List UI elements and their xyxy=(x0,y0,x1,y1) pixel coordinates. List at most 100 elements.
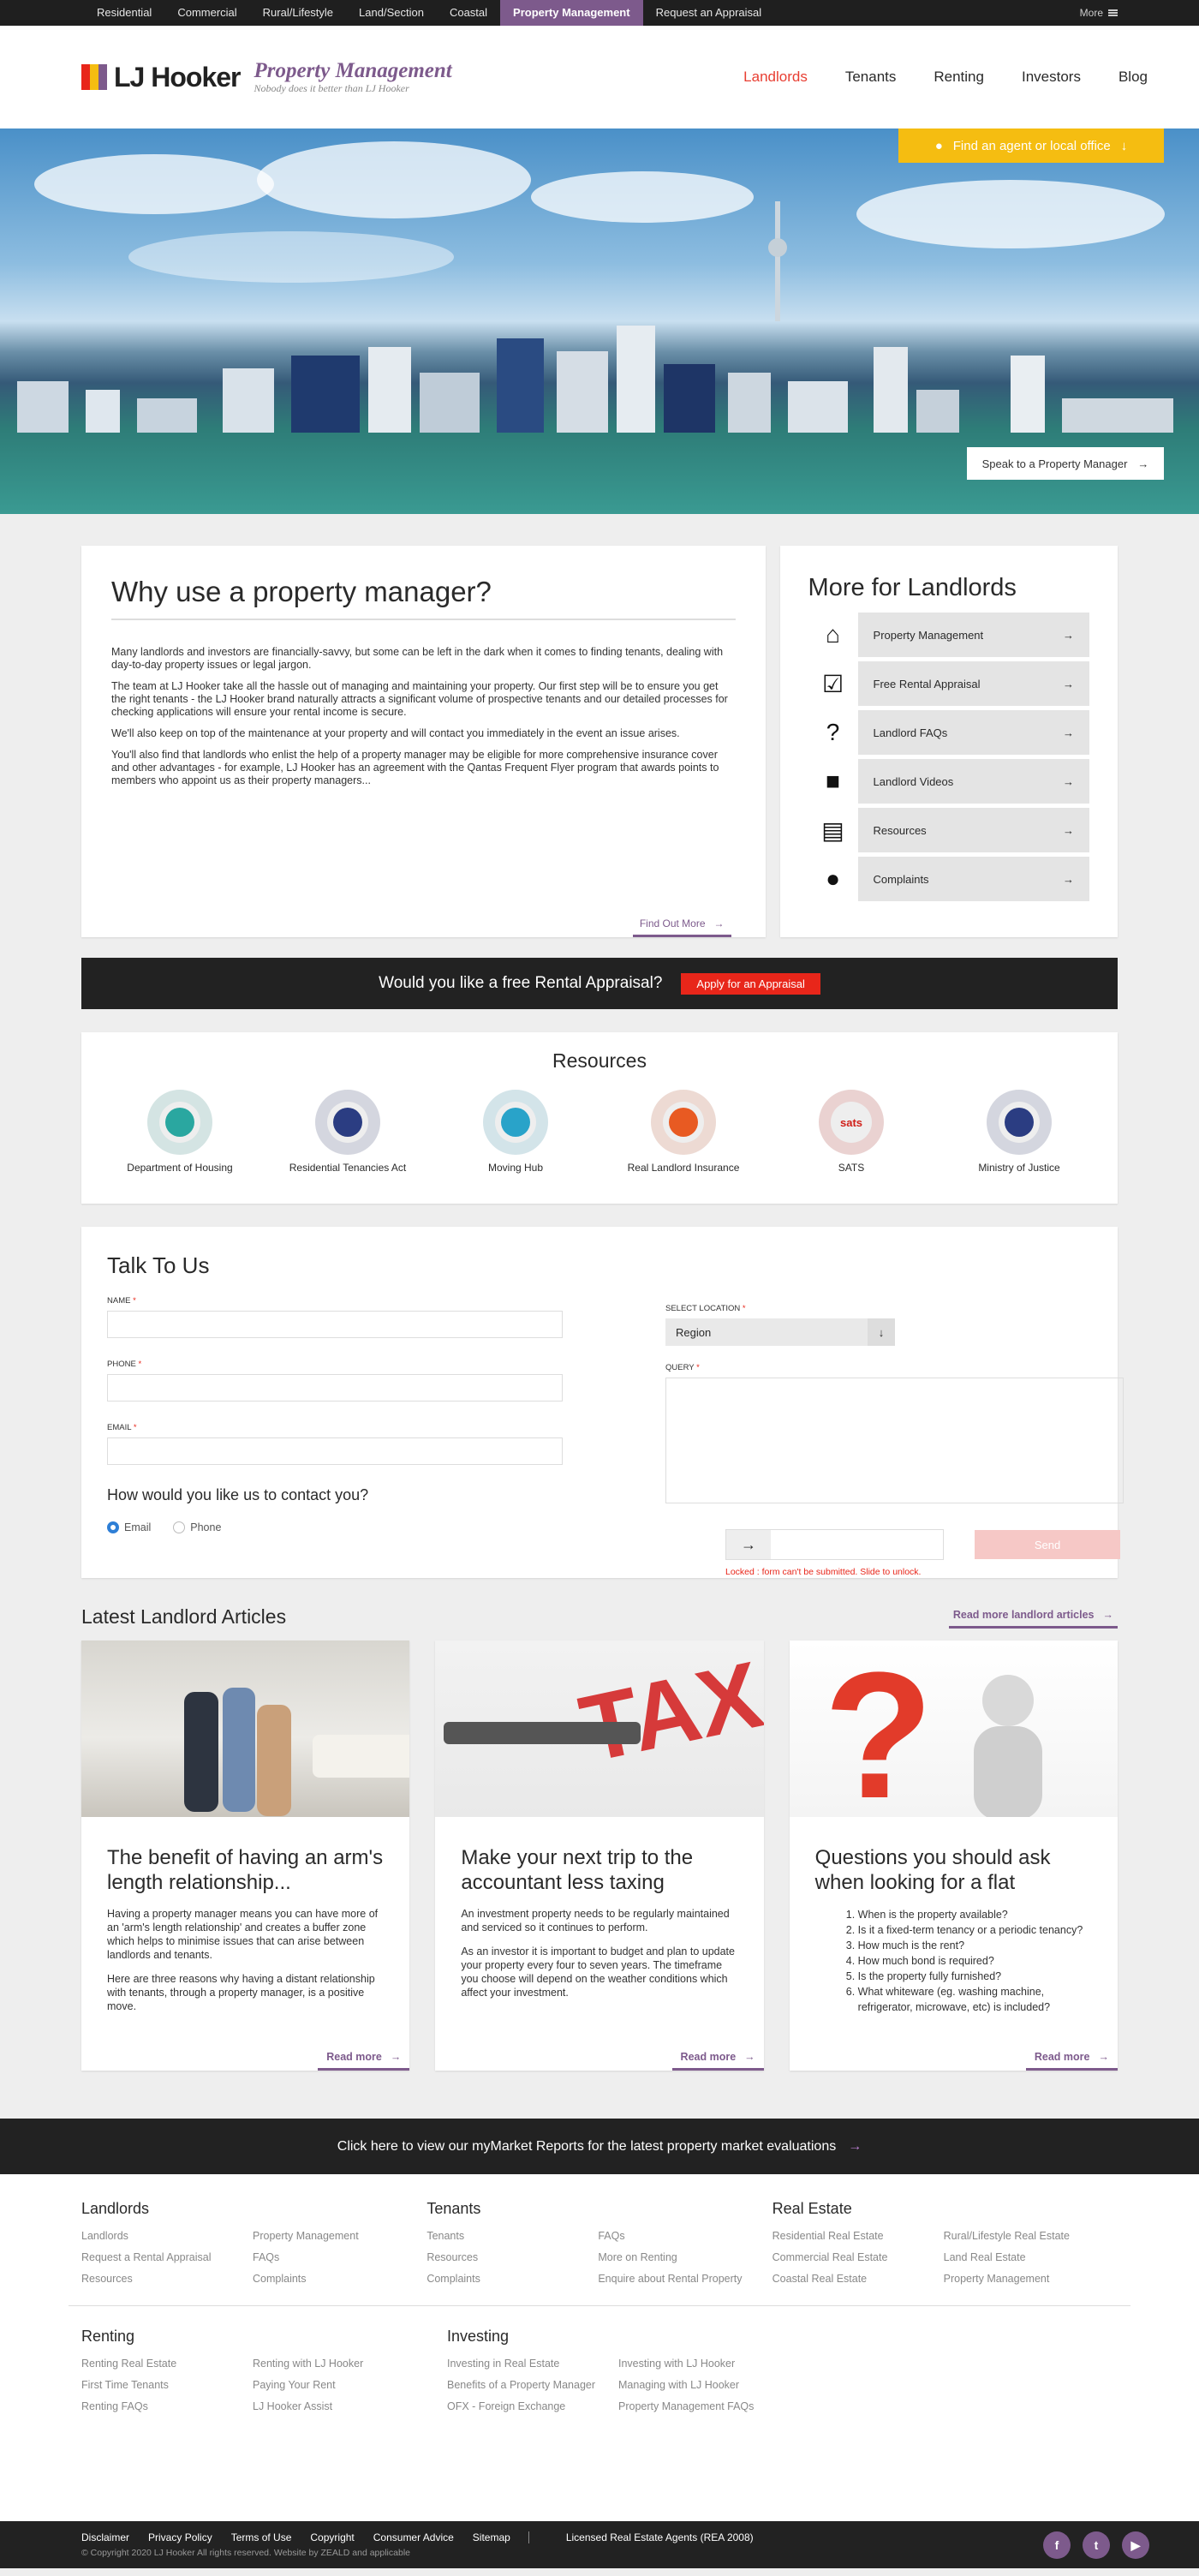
contact-email-radio[interactable]: Email xyxy=(107,1521,151,1533)
more-landlords-item[interactable]: ■ Landlord Videos → xyxy=(808,759,1089,804)
speak-to-manager-button[interactable]: Speak to a Property Manager → xyxy=(967,447,1164,480)
legal-link[interactable]: Consumer Advice xyxy=(364,2531,463,2543)
footer-link[interactable]: Investing in Real Estate xyxy=(447,2358,618,2370)
footer-link[interactable]: Paying Your Rent xyxy=(253,2379,424,2391)
legal-link[interactable]: Terms of Use xyxy=(222,2531,301,2543)
footer-link[interactable]: Renting with LJ Hooker xyxy=(253,2358,424,2370)
resource-logo-icon xyxy=(987,1090,1052,1155)
footer-link[interactable]: Property Management FAQs xyxy=(618,2400,790,2412)
resource-item[interactable]: Real Landlord Insurance xyxy=(619,1090,748,1174)
home-icon: ⌂ xyxy=(808,613,858,657)
footer-link[interactable]: OFX - Foreign Exchange xyxy=(447,2400,618,2412)
footer-section-title: Renting xyxy=(81,2328,135,2345)
find-out-more-link[interactable]: Find Out More → xyxy=(632,917,731,937)
footer-link[interactable]: Landlords xyxy=(81,2230,253,2242)
top-link-0[interactable]: Residential xyxy=(84,0,164,26)
footer-link[interactable]: Coastal Real Estate xyxy=(772,2273,944,2285)
read-more-link[interactable]: Read more → xyxy=(1025,2051,1118,2071)
article-image[interactable]: ? xyxy=(789,1641,1118,1817)
resource-item[interactable]: sats SATS xyxy=(787,1090,916,1174)
market-reports-band[interactable]: Click here to view our myMarket Reports … xyxy=(0,2119,1199,2174)
footer-link[interactable]: LJ Hooker Assist xyxy=(253,2400,424,2412)
top-link-4[interactable]: Coastal xyxy=(437,0,500,26)
more-menu[interactable]: More xyxy=(1080,7,1118,19)
find-agent-button[interactable]: ● Find an agent or local office ↓ xyxy=(898,129,1164,163)
article-paragraph: An investment property needs to be regul… xyxy=(461,1908,730,1933)
footer-link[interactable]: Request a Rental Appraisal xyxy=(81,2251,253,2263)
legal-link[interactable]: Copyright xyxy=(301,2531,363,2543)
article-image[interactable] xyxy=(81,1641,410,1817)
article-title[interactable]: The benefit of having an arm's length re… xyxy=(107,1845,384,1895)
legal-link[interactable]: Privacy Policy xyxy=(139,2531,222,2543)
apply-appraisal-button[interactable]: Apply for an Appraisal xyxy=(681,972,820,995)
footer-link[interactable]: Enquire about Rental Property xyxy=(598,2273,769,2285)
article-image[interactable]: TAX xyxy=(435,1641,764,1817)
slider-arrow-icon[interactable]: → xyxy=(726,1530,771,1559)
phone-input[interactable] xyxy=(107,1374,563,1402)
footer-link[interactable]: FAQs xyxy=(598,2230,769,2242)
footer-link[interactable]: Benefits of a Property Manager xyxy=(447,2379,618,2391)
unlock-slider[interactable]: → xyxy=(725,1529,944,1560)
email-input[interactable] xyxy=(107,1437,563,1465)
resource-item[interactable]: Department of Housing xyxy=(116,1090,244,1174)
facebook-icon[interactable]: f xyxy=(1043,2531,1071,2559)
footer-link[interactable]: First Time Tenants xyxy=(81,2379,253,2391)
article-title[interactable]: Questions you should ask when looking fo… xyxy=(815,1845,1092,1895)
legal-link[interactable]: Sitemap xyxy=(463,2531,520,2543)
top-link-5[interactable]: Property Management xyxy=(500,0,643,26)
footer-link[interactable]: Resources xyxy=(427,2251,598,2263)
resource-item[interactable]: Ministry of Justice xyxy=(955,1090,1083,1174)
top-link-1[interactable]: Commercial xyxy=(164,0,249,26)
footer-link[interactable]: Property Management xyxy=(253,2230,424,2242)
footer-link[interactable]: Renting FAQs xyxy=(81,2400,253,2412)
more-landlords-item[interactable]: ? Landlord FAQs → xyxy=(808,710,1089,755)
footer-link[interactable]: FAQs xyxy=(253,2251,424,2263)
footer-link[interactable]: Commercial Real Estate xyxy=(772,2251,944,2263)
footer-link[interactable]: Property Management xyxy=(944,2273,1115,2285)
phone-label: PHONE * xyxy=(107,1360,142,1369)
list-item: When is the property available? xyxy=(858,1907,1092,1922)
top-links: Residential Commercial Rural/Lifestyle Land… xyxy=(84,0,774,26)
nav-renting[interactable]: Renting xyxy=(934,69,984,86)
nav-investors[interactable]: Investors xyxy=(1022,69,1081,86)
nav-landlords[interactable]: Landlords xyxy=(743,69,808,86)
name-input[interactable] xyxy=(107,1311,563,1338)
footer-link[interactable]: Complaints xyxy=(427,2273,598,2285)
top-link-2[interactable]: Rural/Lifestyle xyxy=(250,0,346,26)
legal-link[interactable]: Disclaimer xyxy=(81,2531,139,2543)
footer-link[interactable]: Managing with LJ Hooker xyxy=(618,2379,790,2391)
footer-links: Tenants FAQs Resources More on Renting Compl… xyxy=(427,2230,772,2285)
footer-link[interactable]: Rural/Lifestyle Real Estate xyxy=(944,2230,1115,2242)
resource-item[interactable]: Residential Tenancies Act xyxy=(283,1090,412,1174)
footer-link[interactable]: Land Real Estate xyxy=(944,2251,1115,2263)
more-landlords-item[interactable]: ⌂ Property Management → xyxy=(808,613,1089,657)
more-landlords-item[interactable]: ☑ Free Rental Appraisal → xyxy=(808,661,1089,706)
read-more-articles-link[interactable]: Read more landlord articles → xyxy=(948,1609,1118,1629)
youtube-icon[interactable]: ▶ xyxy=(1122,2531,1149,2559)
query-textarea[interactable] xyxy=(665,1378,1124,1503)
send-button[interactable]: Send xyxy=(975,1530,1120,1559)
footer-link[interactable]: Resources xyxy=(81,2273,253,2285)
article-title[interactable]: Make your next trip to the accountant le… xyxy=(461,1845,737,1895)
footer-link[interactable]: More on Renting xyxy=(598,2251,769,2263)
footer-link[interactable]: Investing with LJ Hooker xyxy=(618,2358,790,2370)
article-card: ? Questions you should ask when looking f… xyxy=(789,1641,1118,2071)
footer-link[interactable]: Renting Real Estate xyxy=(81,2358,253,2370)
more-landlords-item[interactable]: ▤ Resources → xyxy=(808,808,1089,852)
top-link-6[interactable]: Request an Appraisal xyxy=(643,0,775,26)
footer-link[interactable]: Residential Real Estate xyxy=(772,2230,944,2242)
nav-blog[interactable]: Blog xyxy=(1118,69,1148,86)
read-more-link[interactable]: Read more → xyxy=(318,2051,410,2071)
more-label: More xyxy=(1079,7,1103,19)
top-link-3[interactable]: Land/Section xyxy=(346,0,437,26)
nav-tenants[interactable]: Tenants xyxy=(845,69,897,86)
logo[interactable]: LJ Hooker Property Management Nobody doe… xyxy=(81,59,452,95)
read-more-link[interactable]: Read more → xyxy=(671,2051,764,2071)
more-landlords-item[interactable]: ● Complaints → xyxy=(808,857,1089,901)
footer-link[interactable]: Complaints xyxy=(253,2273,424,2285)
contact-phone-radio[interactable]: Phone xyxy=(173,1521,221,1533)
footer-link[interactable]: Tenants xyxy=(427,2230,598,2242)
location-select[interactable]: Region ↓ xyxy=(665,1318,895,1346)
twitter-icon[interactable]: t xyxy=(1083,2531,1110,2559)
resource-item[interactable]: Moving Hub xyxy=(451,1090,580,1174)
